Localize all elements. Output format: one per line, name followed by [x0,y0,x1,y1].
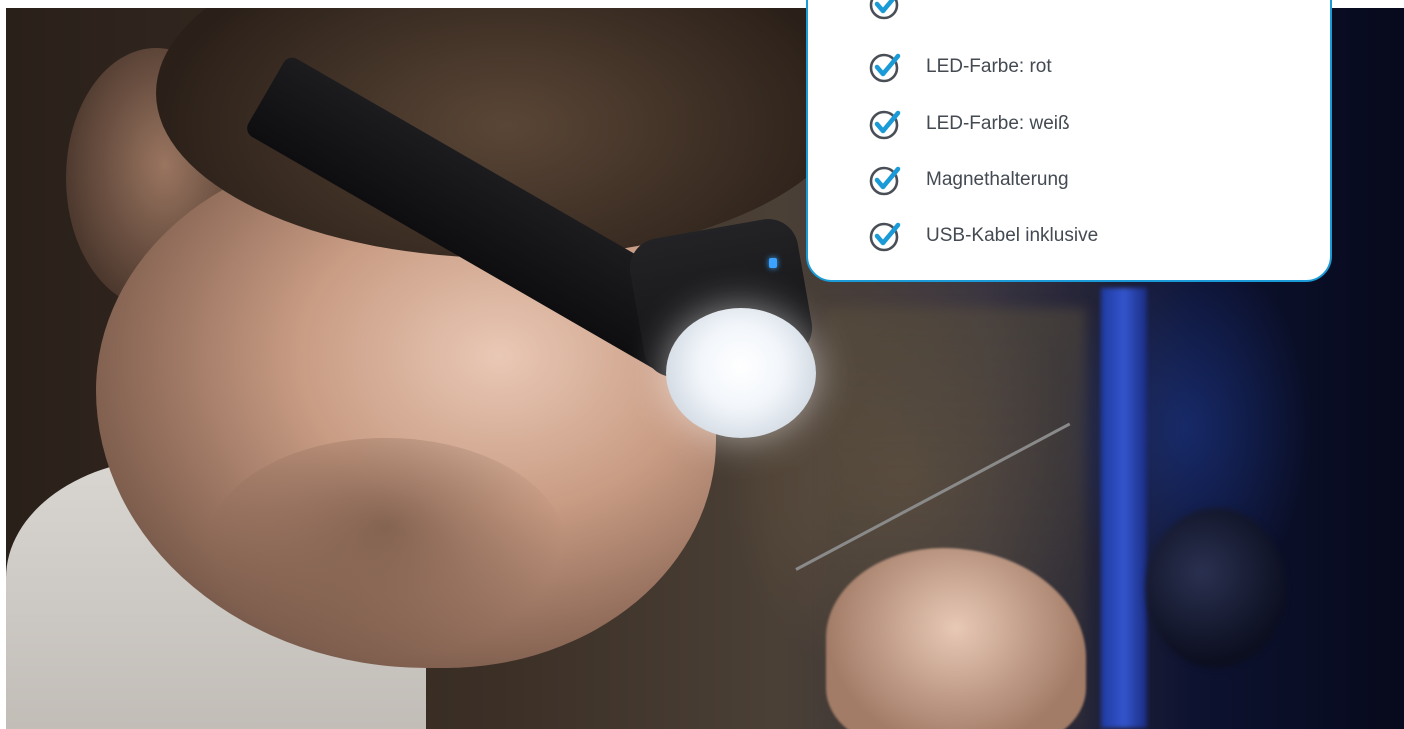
feature-item-magnet: Magnethalterung [868,162,1069,198]
feature-item-partial [868,0,926,22]
background-pillar [1101,288,1147,728]
check-circle-icon [869,0,899,20]
page: LED-Farbe: rot LED-Farbe: weiß Magnethal… [0,0,1404,729]
headlamp-indicator-light [769,258,777,268]
feature-item-led-white: LED-Farbe: weiß [868,106,1070,142]
feature-label: Magnethalterung [926,169,1069,190]
check-circle-icon [869,222,901,252]
check-circle-icon [869,110,901,140]
feature-label: LED-Farbe: weiß [926,113,1070,134]
headlamp-bulb [666,308,816,438]
feature-label: LED-Farbe: rot [926,56,1052,77]
check-circle-icon [869,166,901,196]
background-object [1146,508,1286,668]
check-circle-icon [869,53,901,83]
feature-item-led-red: LED-Farbe: rot [868,49,1052,85]
feature-card: LED-Farbe: rot LED-Farbe: weiß Magnethal… [806,0,1332,282]
feature-item-usb: USB-Kabel inklusive [868,218,1098,254]
feature-label: USB-Kabel inklusive [926,225,1099,246]
beard [206,438,566,658]
